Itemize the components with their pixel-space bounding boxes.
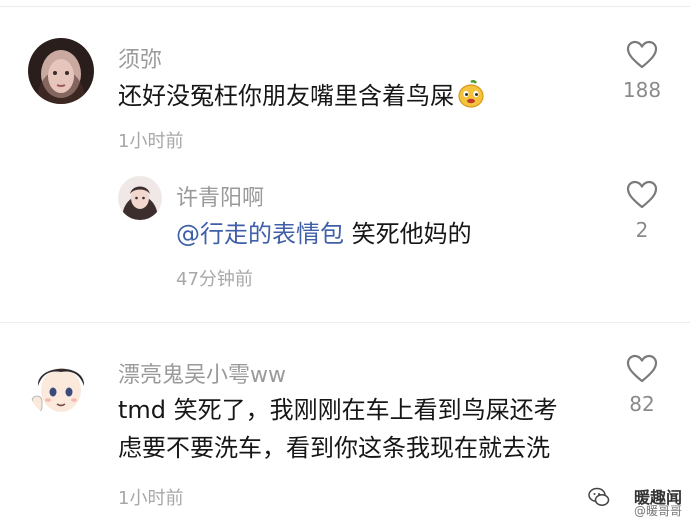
watermark: 暖趣闻 @暖哥哥 bbox=[588, 484, 684, 520]
comment-time: 1小时前 bbox=[118, 131, 184, 152]
like-count: 2 bbox=[635, 218, 649, 242]
like-count: 188 bbox=[622, 78, 662, 102]
reply-text-content: 笑死他妈的 bbox=[344, 220, 472, 248]
comment-text-line2: 虑要不要洗车，看到你这条我现在就去洗 bbox=[118, 434, 550, 462]
comment-divider bbox=[0, 322, 690, 323]
mango-face-emoji-icon bbox=[456, 79, 486, 109]
reply-like-button[interactable]: 2 bbox=[612, 180, 672, 242]
comment-time: 1小时前 bbox=[118, 488, 184, 509]
reply-username[interactable]: 许青阳啊 bbox=[176, 180, 264, 212]
heart-outline-icon bbox=[626, 40, 658, 69]
like-button[interactable]: 82 bbox=[612, 354, 672, 416]
top-divider bbox=[0, 6, 690, 7]
comment-text: 还好没冤枉你朋友嘴里含着鸟屎 bbox=[118, 78, 486, 114]
comment-text-content: 还好没冤枉你朋友嘴里含着鸟屎 bbox=[118, 82, 454, 110]
like-button[interactable]: 188 bbox=[612, 40, 672, 102]
like-count: 82 bbox=[629, 392, 655, 416]
reply-avatar[interactable] bbox=[118, 176, 162, 220]
avatar[interactable] bbox=[28, 38, 94, 104]
comment-username[interactable]: 漂亮鬼吴小雩ww bbox=[118, 357, 286, 389]
watermark-handle: @暖哥哥 bbox=[633, 504, 682, 518]
avatar-image bbox=[28, 38, 94, 104]
comment-username[interactable]: 须弥 bbox=[118, 42, 162, 74]
heart-outline-icon bbox=[626, 354, 658, 383]
reply-mention-link[interactable]: @行走的表情包 bbox=[176, 220, 344, 248]
reply-text: @行走的表情包 笑死他妈的 bbox=[176, 216, 472, 252]
wechat-logo-icon bbox=[588, 487, 610, 506]
reply-time: 47分钟前 bbox=[176, 269, 253, 290]
heart-outline-icon bbox=[626, 180, 658, 209]
reply-avatar-image bbox=[118, 176, 162, 220]
comment-text-line1: tmd 笑死了，我刚刚在车上看到鸟屎还考 bbox=[118, 396, 558, 424]
avatar[interactable] bbox=[28, 352, 94, 418]
avatar-image bbox=[28, 352, 94, 418]
